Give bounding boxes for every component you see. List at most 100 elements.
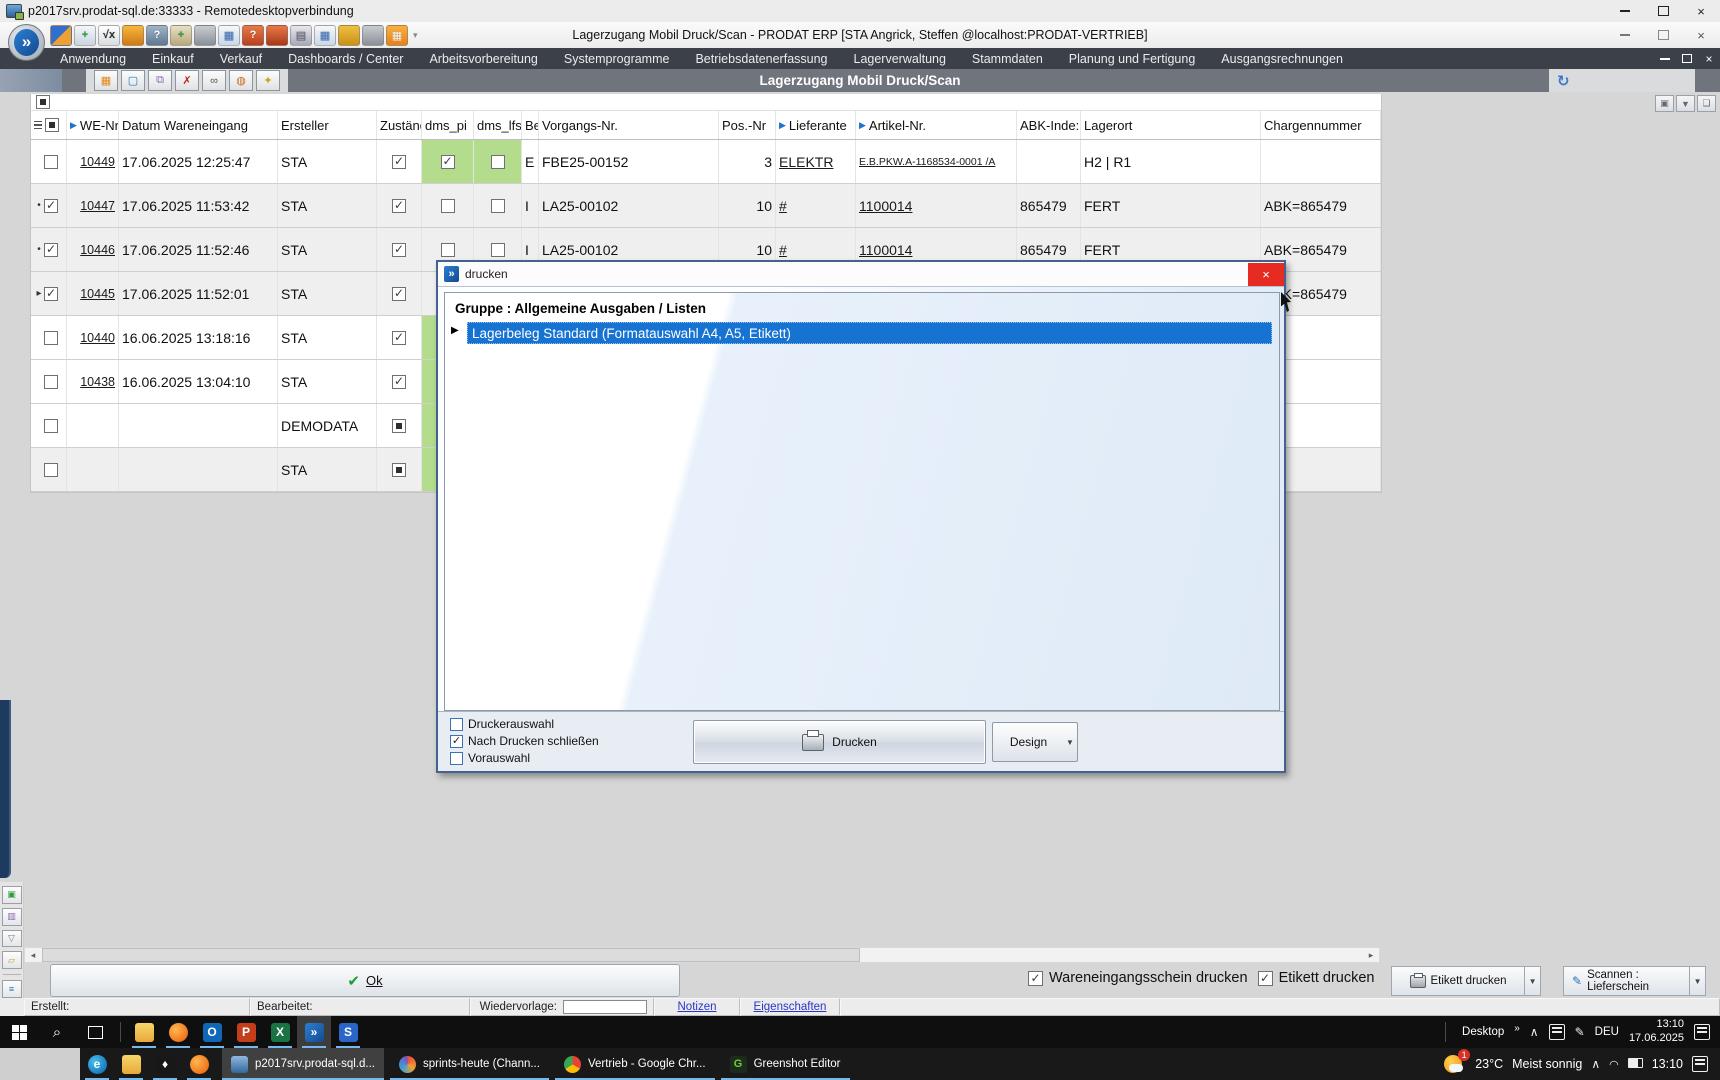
taskbar-prodat-icon[interactable]: » xyxy=(297,1016,331,1048)
zustaend-checkbox[interactable] xyxy=(392,287,406,301)
column-header-dms_lfs[interactable]: dms_lfs xyxy=(474,111,522,139)
zustaend-checkbox[interactable] xyxy=(392,331,406,345)
image-icon[interactable]: ▣ xyxy=(1655,95,1674,112)
stones-icon[interactable] xyxy=(362,25,384,46)
menu-item-verkauf[interactable]: Verkauf xyxy=(220,52,262,66)
taskbar-explorer-icon[interactable] xyxy=(114,1048,148,1080)
desktop-toolbar-label[interactable]: Desktop xyxy=(1462,1026,1504,1038)
row-select-checkbox[interactable] xyxy=(44,419,58,433)
column-header-abk[interactable]: ABK-Inde: xyxy=(1017,111,1081,139)
taskbar-excel-icon[interactable]: X xyxy=(263,1016,297,1048)
dms_lfs-checkbox[interactable] xyxy=(491,155,505,169)
window-add-icon[interactable]: ▣ xyxy=(2,886,22,904)
clock[interactable]: 13:10 xyxy=(1652,1057,1683,1071)
lieferant-link[interactable]: ELEKTR xyxy=(779,154,833,170)
artikel-link[interactable]: 1100014 xyxy=(859,242,912,258)
scroll-add-icon[interactable]: + xyxy=(170,25,192,46)
taskbar-firefox-icon[interactable] xyxy=(182,1048,216,1080)
design-dropdown[interactable]: ▼ xyxy=(1063,722,1078,762)
taskbar-outlook-icon[interactable]: O xyxy=(195,1016,229,1048)
battery-icon[interactable] xyxy=(1628,1057,1643,1071)
book-icon[interactable] xyxy=(338,25,360,46)
column-header-vorgang[interactable]: Vorgangs-Nr. xyxy=(539,111,719,139)
display-tray-icon[interactable] xyxy=(1549,1024,1565,1040)
tray-expand-icon[interactable]: ∧ xyxy=(1530,1025,1539,1039)
box-icon[interactable] xyxy=(266,25,288,46)
menu-item-stammdaten[interactable]: Stammdaten xyxy=(972,52,1043,66)
toolbar-overflow-icon[interactable]: ▾ xyxy=(413,30,418,41)
table-pencil-icon[interactable]: ▦ xyxy=(314,25,336,46)
search-icon[interactable]: ⌕ xyxy=(38,1016,76,1048)
lieferant-link[interactable]: # xyxy=(779,242,787,258)
app-minimize-button[interactable] xyxy=(1606,22,1644,48)
dialog-close-button[interactable]: × xyxy=(1248,263,1284,286)
select-all-checkbox[interactable] xyxy=(36,95,50,109)
zustaend-checkbox[interactable] xyxy=(392,463,406,477)
help-cart-icon[interactable]: ? xyxy=(146,25,168,46)
table-row-10449[interactable]: 1044917.06.2025 12:25:47STAEFBE25-001523… xyxy=(31,140,1381,184)
weather-desc[interactable]: Meist sonnig xyxy=(1512,1057,1582,1071)
etikett-drucken-button[interactable]: Etikett drucken xyxy=(1391,966,1525,996)
formula-icon[interactable]: √x xyxy=(98,25,120,46)
language-indicator[interactable]: DEU xyxy=(1595,1026,1619,1038)
grid-icon[interactable]: ▦ xyxy=(386,25,408,46)
notification-icon[interactable] xyxy=(1692,1056,1708,1072)
row-select-checkbox[interactable] xyxy=(44,199,58,213)
dms_lfs-checkbox[interactable] xyxy=(491,243,505,257)
column-header-datum[interactable]: Datum Wareneingang xyxy=(119,111,278,139)
handshake-icon[interactable] xyxy=(122,25,144,46)
taskbar-edge-icon[interactable]: e xyxy=(80,1048,114,1080)
vorauswahl-checkbox[interactable] xyxy=(450,752,463,765)
globe-icon[interactable]: ◍ xyxy=(229,70,253,91)
refresh-icon[interactable]: ↻ xyxy=(1557,72,1570,90)
desktop-chevron[interactable]: » xyxy=(1514,1023,1520,1034)
scannen-lieferschein-button[interactable]: ✎ Scannen : Lieferschein xyxy=(1563,966,1690,996)
new-document-icon[interactable]: + xyxy=(74,25,96,46)
table-edit-icon[interactable]: ▦ xyxy=(218,25,240,46)
etikett-drucken-checkbox[interactable] xyxy=(1258,971,1273,986)
we-nr-link[interactable]: 10438 xyxy=(80,375,115,389)
column-header-zustaend[interactable]: Zuständ xyxy=(377,111,422,139)
header-select-checkbox[interactable] xyxy=(45,118,59,132)
taskbar-window-chrome[interactable]: Vertrieb - Google Chr... xyxy=(555,1048,715,1080)
menu-item-systemprogramme[interactable]: Systemprogramme xyxy=(564,52,670,66)
druckerauswahl-checkbox[interactable] xyxy=(450,718,463,731)
dms_pi-checkbox[interactable] xyxy=(441,155,455,169)
grid-view-icon[interactable]: ▦ xyxy=(94,70,118,91)
taskbar-dark-app-icon[interactable]: ♦ xyxy=(148,1048,182,1080)
copy-icon[interactable]: ⧉ xyxy=(148,70,172,91)
row-select-checkbox[interactable] xyxy=(44,331,58,345)
row-select-checkbox[interactable] xyxy=(44,155,58,169)
weather-temp[interactable]: 23°C xyxy=(1475,1057,1503,1071)
zustaend-checkbox[interactable] xyxy=(392,155,406,169)
window-close-button[interactable]: × xyxy=(1698,48,1720,69)
drucken-button[interactable]: Drucken xyxy=(693,720,986,764)
we-nr-link[interactable]: 10446 xyxy=(80,243,115,257)
we-nr-link[interactable]: 10440 xyxy=(80,331,115,345)
app-close-button[interactable]: × xyxy=(1682,22,1720,48)
column-header-lieferant[interactable]: ▶Lieferante xyxy=(776,111,856,139)
scroll-left-button[interactable]: ◂ xyxy=(25,948,41,962)
menu-item-planung-und-fertigung[interactable]: Planung und Fertigung xyxy=(1069,52,1195,66)
artikel-link[interactable]: E.B.PKW.A-1168534-0001 /A xyxy=(859,156,995,168)
ok-button[interactable]: ✔ Ok xyxy=(50,964,680,997)
collapse-icon[interactable]: ▼ xyxy=(1676,95,1695,112)
window-restore-button[interactable] xyxy=(1676,48,1698,69)
row-select-checkbox[interactable] xyxy=(44,375,58,389)
list-icon[interactable]: ≡ xyxy=(2,980,22,998)
notification-icon[interactable] xyxy=(1694,1024,1710,1040)
taskbar-explorer-icon[interactable] xyxy=(127,1016,161,1048)
window-icon[interactable]: ▢ xyxy=(121,70,145,91)
column-header-charge[interactable]: Chargennummer xyxy=(1261,111,1381,139)
app-restore-button[interactable] xyxy=(1644,22,1682,48)
nach-drucken-schließen-checkbox[interactable] xyxy=(450,735,463,748)
save-icon[interactable]: ▥ xyxy=(2,908,22,926)
menu-item-dashboards-center[interactable]: Dashboards / Center xyxy=(288,52,403,66)
row-select-checkbox[interactable] xyxy=(44,463,58,477)
scrollbar-thumb[interactable] xyxy=(42,948,860,962)
binoculars-icon[interactable]: ∞ xyxy=(202,70,226,91)
zustaend-checkbox[interactable] xyxy=(392,375,406,389)
lieferant-link[interactable]: # xyxy=(779,198,787,214)
start-button[interactable] xyxy=(0,1016,38,1048)
notizen-link[interactable]: Notizen xyxy=(678,1001,717,1013)
